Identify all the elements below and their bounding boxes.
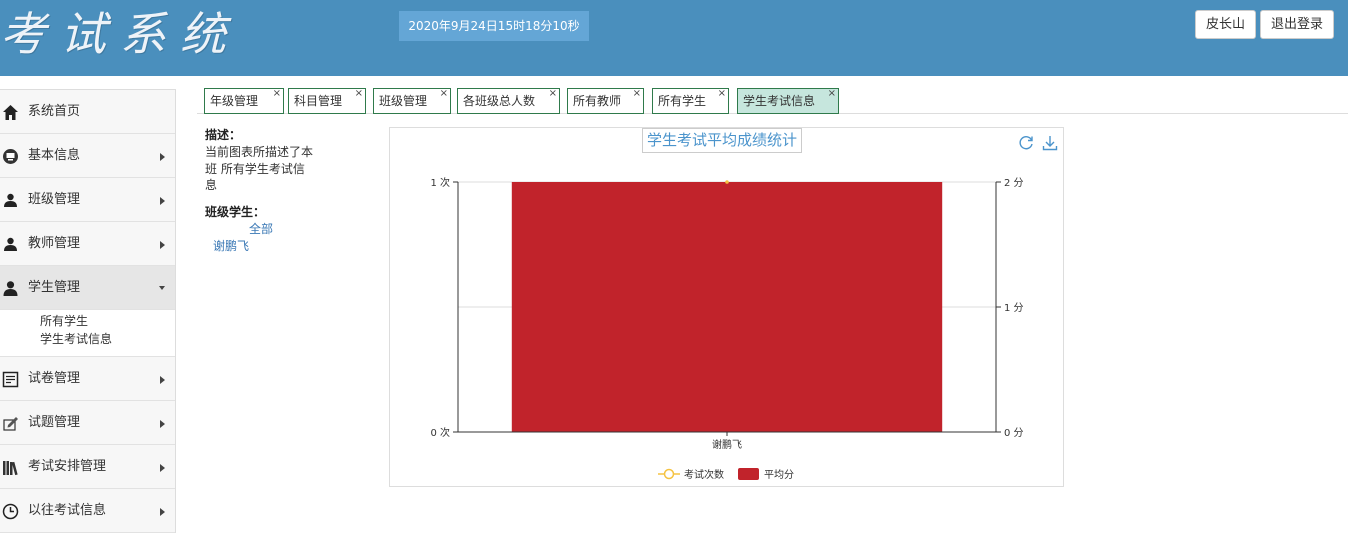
tab-class-totals[interactable]: 各班级总人数 × bbox=[457, 88, 560, 114]
student-submenu: 所有学生 学生考试信息 bbox=[0, 310, 175, 357]
line-point-考试次数 bbox=[725, 180, 729, 184]
sidebar-item-question-management[interactable]: 试题管理 bbox=[0, 401, 175, 445]
app-header: 考试系统 2020年9月24日15时18分10秒 皮长山 退出登录 bbox=[0, 0, 1348, 76]
tab-all-students[interactable]: 所有学生 × bbox=[652, 88, 729, 114]
sidebar: 系统首页 基本信息 班级管理 教师管理 学生管理 所有学生 学生考试信息 试卷管… bbox=[0, 89, 176, 533]
tab-subject-management[interactable]: 科目管理 × bbox=[288, 88, 366, 114]
books-icon bbox=[2, 459, 19, 476]
left-axis-tick-label: 0 次 bbox=[430, 426, 450, 439]
chart-plot: 0 分 1 分 2 分 0 次 1 次谢鹏飞考试次数 平均分 bbox=[430, 176, 1024, 481]
sidebar-item-student-management[interactable]: 学生管理 bbox=[0, 266, 175, 310]
legend-label: 平均分 bbox=[764, 469, 794, 481]
sidebar-item-label: 基本信息 bbox=[28, 148, 81, 163]
sidebar-item-label: 以往考试信息 bbox=[28, 503, 107, 518]
sidebar-item-label: 教师管理 bbox=[28, 236, 81, 251]
sidebar-item-basic-info[interactable]: 基本信息 bbox=[0, 134, 175, 178]
x-axis-tick-label: 谢鹏飞 bbox=[712, 438, 742, 451]
close-icon[interactable]: × bbox=[273, 82, 281, 106]
class-students-title: 班级学生： bbox=[205, 205, 266, 219]
right-axis-tick-label: 1 分 bbox=[1004, 302, 1024, 314]
all-students-link[interactable]: 全部 bbox=[249, 220, 273, 237]
chevron-right-icon bbox=[160, 464, 165, 472]
tab-label: 年级管理 bbox=[210, 94, 259, 108]
sidebar-item-label: 试题管理 bbox=[28, 415, 81, 430]
bar-平均分 bbox=[511, 182, 943, 432]
tab-class-management[interactable]: 班级管理 × bbox=[373, 88, 451, 114]
sidebar-item-class-management[interactable]: 班级管理 bbox=[0, 178, 175, 222]
chevron-down-icon bbox=[159, 286, 165, 290]
sidebar-item-label: 试卷管理 bbox=[28, 371, 81, 386]
tab-label: 所有教师 bbox=[573, 94, 622, 108]
description-title: 描述： bbox=[205, 128, 242, 142]
sidebar-item-home[interactable]: 系统首页 bbox=[0, 90, 175, 134]
tab-grade-management[interactable]: 年级管理 × bbox=[204, 88, 284, 114]
home-icon bbox=[2, 104, 19, 121]
sidebar-item-past-exams[interactable]: 以往考试信息 bbox=[0, 489, 175, 533]
user-icon bbox=[2, 280, 19, 297]
submenu-item-all-students[interactable]: 所有学生 bbox=[40, 312, 175, 330]
right-axis-tick-label: 0 分 bbox=[1004, 427, 1024, 439]
legend-line-marker bbox=[663, 468, 675, 480]
app-logo: 考试系统 bbox=[0, 7, 240, 61]
description-text: 当前图表所描述了本班 所有学生考试信息 bbox=[205, 145, 314, 192]
tab-label: 科目管理 bbox=[294, 94, 343, 108]
student-link[interactable]: 谢鹏飞 bbox=[213, 237, 249, 254]
sidebar-item-label: 考试安排管理 bbox=[28, 459, 107, 474]
chevron-right-icon bbox=[160, 508, 165, 516]
sidebar-item-label: 学生管理 bbox=[28, 280, 81, 295]
chart-container: 学生考试平均成绩统计 0 分1 分2 分0 次1 次谢鹏飞 考试次数 平均分 bbox=[389, 127, 1064, 487]
current-datetime: 2020年9月24日15时18分10秒 bbox=[399, 11, 589, 41]
users-icon bbox=[2, 236, 19, 253]
sidebar-item-teacher-management[interactable]: 教师管理 bbox=[0, 222, 175, 266]
submenu-item-student-exam-info[interactable]: 学生考试信息 bbox=[40, 330, 175, 348]
chevron-right-icon bbox=[160, 241, 165, 249]
sidebar-item-exam-schedule[interactable]: 考试安排管理 bbox=[0, 445, 175, 489]
sidebar-item-label: 班级管理 bbox=[28, 192, 81, 207]
close-icon[interactable]: × bbox=[718, 82, 726, 106]
chevron-right-icon bbox=[160, 420, 165, 428]
legend-bar-swatch bbox=[738, 468, 759, 480]
left-axis-tick-label: 1 次 bbox=[430, 176, 450, 189]
sidebar-item-label: 系统首页 bbox=[28, 104, 81, 119]
edit-icon bbox=[2, 415, 19, 432]
sidebar-item-paper-management[interactable]: 试卷管理 bbox=[0, 357, 175, 401]
monitor-icon bbox=[2, 148, 19, 165]
tab-label: 学生考试信息 bbox=[743, 94, 816, 108]
tab-label: 所有学生 bbox=[658, 94, 707, 108]
legend-label: 考试次数 bbox=[684, 468, 724, 481]
logout-button[interactable]: 退出登录 bbox=[1260, 10, 1334, 39]
users-icon bbox=[2, 192, 19, 209]
tab-bar: 年级管理 × 科目管理 × 班级管理 × 各班级总人数 × 所有教师 × 所有学… bbox=[197, 88, 1348, 114]
clock-icon bbox=[2, 503, 19, 520]
close-icon[interactable]: × bbox=[549, 82, 557, 106]
chevron-right-icon bbox=[160, 376, 165, 384]
document-icon bbox=[2, 371, 19, 388]
close-icon[interactable]: × bbox=[828, 82, 836, 106]
right-axis-tick-label: 2 分 bbox=[1004, 177, 1024, 189]
tab-student-exam-info[interactable]: 学生考试信息 × bbox=[737, 88, 839, 114]
close-icon[interactable]: × bbox=[633, 82, 641, 106]
chevron-right-icon bbox=[160, 197, 165, 205]
chevron-right-icon bbox=[160, 153, 165, 161]
tab-label: 各班级总人数 bbox=[463, 94, 536, 108]
close-icon[interactable]: × bbox=[440, 82, 448, 106]
close-icon[interactable]: × bbox=[355, 82, 363, 106]
user-button[interactable]: 皮长山 bbox=[1195, 10, 1256, 39]
tab-all-teachers[interactable]: 所有教师 × bbox=[567, 88, 644, 114]
tab-label: 班级管理 bbox=[379, 94, 428, 108]
